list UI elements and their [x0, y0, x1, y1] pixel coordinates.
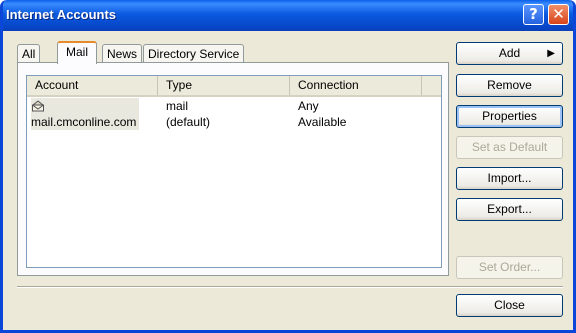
tab-panel: Account Type Connection mail.cmconline.c…: [17, 62, 449, 276]
add-button[interactable]: Add ▶: [456, 42, 563, 65]
set-order-button[interactable]: Set Order...: [456, 256, 563, 279]
connection-cell: Any Available: [298, 99, 347, 129]
divider: [17, 286, 563, 288]
account-name: mail.cmconline.com: [31, 115, 137, 129]
window-title: Internet Accounts: [6, 7, 117, 22]
tab-all[interactable]: All: [17, 44, 41, 64]
set-as-default-button[interactable]: Set as Default: [456, 136, 563, 159]
account-cell: mail.cmconline.com: [31, 98, 140, 130]
internet-accounts-dialog: Internet Accounts ? ✕ All Mail News Dire…: [0, 0, 576, 333]
close-button[interactable]: Close: [456, 294, 563, 317]
tab-directory-service[interactable]: Directory Service: [143, 44, 245, 64]
column-type[interactable]: Type: [158, 76, 290, 95]
accounts-list[interactable]: Account Type Connection mail.cmconline.c…: [26, 75, 442, 268]
add-arrow-icon: ▶: [547, 48, 555, 59]
tab-news[interactable]: News: [102, 44, 143, 64]
column-account[interactable]: Account: [27, 76, 158, 95]
tab-mail[interactable]: Mail: [57, 41, 98, 64]
type-cell: mail (default): [166, 99, 211, 129]
close-icon[interactable]: ✕: [548, 4, 569, 25]
column-connection[interactable]: Connection: [290, 76, 422, 95]
remove-button[interactable]: Remove: [456, 74, 563, 97]
export-button[interactable]: Export...: [456, 198, 563, 221]
list-header: Account Type Connection: [27, 76, 441, 97]
mail-account-icon: [31, 100, 45, 112]
add-button-label: Add: [498, 46, 521, 60]
properties-button[interactable]: Properties: [456, 105, 563, 128]
import-button[interactable]: Import...: [456, 167, 563, 190]
title-bar[interactable]: Internet Accounts ? ✕: [3, 0, 573, 31]
help-icon[interactable]: ?: [523, 4, 544, 25]
